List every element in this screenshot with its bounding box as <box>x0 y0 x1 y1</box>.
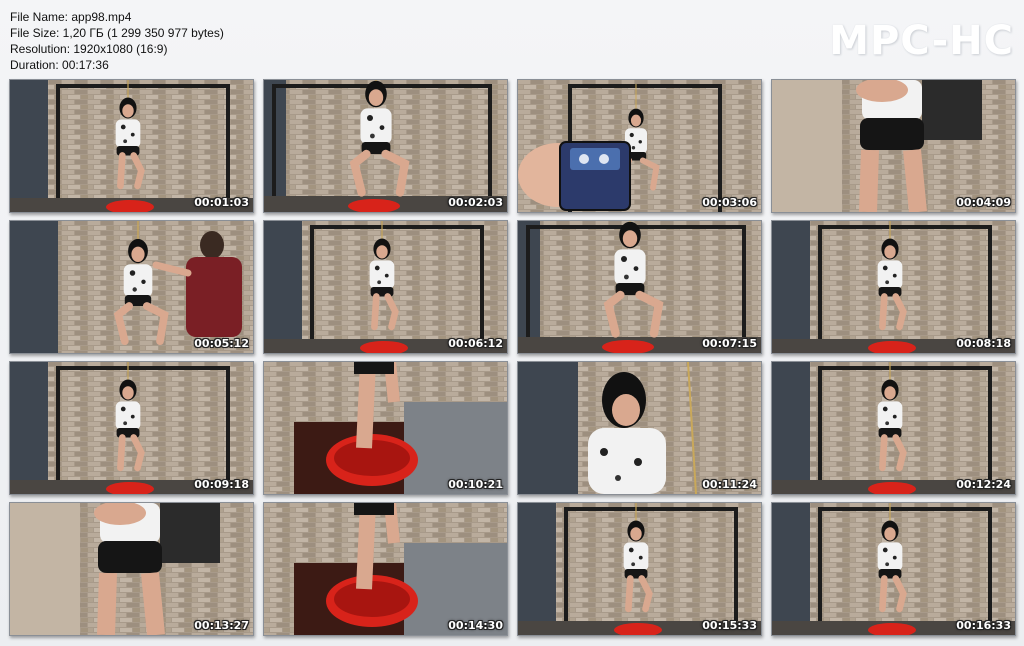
thumbnail-frame-image <box>10 80 253 212</box>
thumbnail-frame-image <box>518 362 761 494</box>
thumbnail: 00:02:03 <box>263 79 508 213</box>
thumbnail: 00:12:24 <box>771 361 1016 495</box>
duration-text: Duration: 00:17:36 <box>10 58 109 72</box>
thumbnail-frame-image <box>264 362 507 494</box>
thumbnail-timestamp: 00:03:06 <box>702 196 757 209</box>
thumbnail: 00:16:33 <box>771 502 1016 636</box>
thumbnail: 00:08:18 <box>771 220 1016 354</box>
thumbnail-timestamp: 00:13:27 <box>194 619 249 632</box>
thumbnail-timestamp: 00:06:12 <box>448 337 503 350</box>
thumbnail-frame-image <box>264 221 507 353</box>
file-name-text: File Name: app98.mp4 <box>10 10 132 24</box>
thumbnail: 00:06:12 <box>263 220 508 354</box>
thumbnail-frame-image <box>518 503 761 635</box>
thumbnail-timestamp: 00:07:15 <box>702 337 757 350</box>
thumbnail: 00:15:33 <box>517 502 762 636</box>
thumbnail-frame-image <box>518 221 761 353</box>
thumbnail-timestamp: 00:02:03 <box>448 196 503 209</box>
thumbnail-timestamp: 00:16:33 <box>956 619 1011 632</box>
thumbnail-timestamp: 00:15:33 <box>702 619 757 632</box>
thumbnail-frame-image <box>264 80 507 212</box>
thumbnail-frame-image <box>10 503 253 635</box>
thumbnail: 00:03:06 <box>517 79 762 213</box>
thumbnail-timestamp: 00:14:30 <box>448 619 503 632</box>
thumbnail: 00:01:03 <box>9 79 254 213</box>
thumbnail-frame-image <box>264 503 507 635</box>
mpc-hc-logo: MPC-HC <box>829 18 1014 64</box>
thumbnail: 00:11:24 <box>517 361 762 495</box>
thumbnail-timestamp: 00:09:18 <box>194 478 249 491</box>
file-size-text: File Size: 1,20 ГБ (1 299 350 977 bytes) <box>10 26 224 40</box>
thumbnail-grid: 00:01:03 00:02:03 00:03:06 00:04:09 00:0… <box>9 79 1016 636</box>
thumbnail: 00:10:21 <box>263 361 508 495</box>
file-info: File Name: app98.mp4 File Size: 1,20 ГБ … <box>10 9 224 73</box>
thumbnail-timestamp: 00:10:21 <box>448 478 503 491</box>
thumbnail-frame-image <box>772 80 1015 212</box>
thumbnail: 00:04:09 <box>771 79 1016 213</box>
thumbnail-timestamp: 00:01:03 <box>194 196 249 209</box>
resolution-text: Resolution: 1920x1080 (16:9) <box>10 42 168 56</box>
thumbnail-frame-image <box>10 362 253 494</box>
thumbnail-frame-image <box>772 221 1015 353</box>
thumbnail: 00:09:18 <box>9 361 254 495</box>
thumbnail-timestamp: 00:12:24 <box>956 478 1011 491</box>
thumbnail: 00:13:27 <box>9 502 254 636</box>
thumbnail-timestamp: 00:08:18 <box>956 337 1011 350</box>
thumbnail-frame-image <box>10 221 253 353</box>
thumbnail: 00:07:15 <box>517 220 762 354</box>
thumbnail-timestamp: 00:04:09 <box>956 196 1011 209</box>
thumbnail: 00:14:30 <box>263 502 508 636</box>
thumbnail-frame-image <box>772 362 1015 494</box>
thumbnail-frame-image <box>772 503 1015 635</box>
thumbnail-frame-image <box>518 80 761 212</box>
thumbnail-timestamp: 00:05:12 <box>194 337 249 350</box>
thumbnail: 00:05:12 <box>9 220 254 354</box>
thumbnail-timestamp: 00:11:24 <box>702 478 757 491</box>
